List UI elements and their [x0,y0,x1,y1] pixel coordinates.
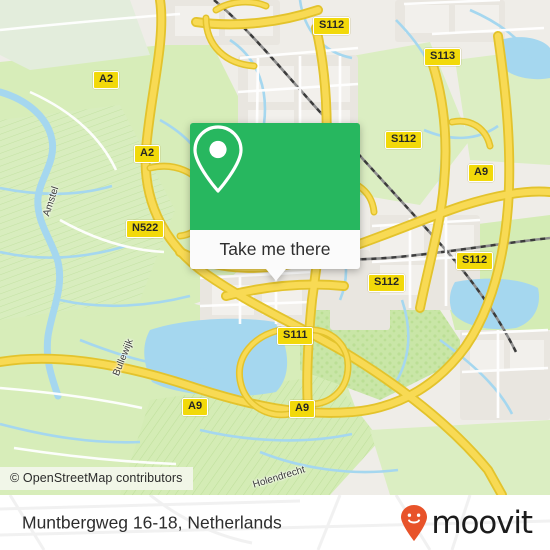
map-pin-icon [193,125,243,193]
road-shield-s112-5: S112 [385,131,423,149]
destination-popup[interactable]: Take me there [190,123,360,281]
popup-tail [266,269,286,281]
footer-bar: Muntbergweg 16-18, Netherlands moovit [0,495,550,550]
road-shield-s112-3: S112 [313,17,351,35]
osm-attribution[interactable]: © OpenStreetMap contributors [0,467,193,490]
moovit-logo[interactable]: moovit [399,504,533,542]
road-shield-a2-0: A2 [93,71,120,89]
take-me-there-button[interactable]: Take me there [190,230,360,269]
road-shield-a9-10: A9 [182,398,209,416]
road-shield-a9-11: A9 [289,400,316,418]
road-shield-s113-4: S113 [424,48,462,66]
map-canvas[interactable]: A2 A2 N522 S112 S113 S112 A9 S112 S112 S111 A9 A9 A… [0,0,550,495]
road-shield-n522-2: N522 [126,220,165,238]
moovit-smiley-pin-icon [401,504,428,541]
moovit-wordmark: moovit [431,504,533,541]
moovit-map-screenshot: A2 A2 N522 S112 S113 S112 A9 S112 S112 S111 A9 A9 A… [0,0,550,550]
popup-pin-panel [190,123,360,230]
road-shield-a2-1: A2 [134,145,161,163]
road-shield-a9-6: A9 [468,164,495,182]
location-title: Muntbergweg 16-18, Netherlands [22,512,282,532]
road-shield-s111-9: S111 [277,327,314,345]
road-shield-s112-8: S112 [368,274,406,292]
road-shield-s112-7: S112 [456,252,494,270]
